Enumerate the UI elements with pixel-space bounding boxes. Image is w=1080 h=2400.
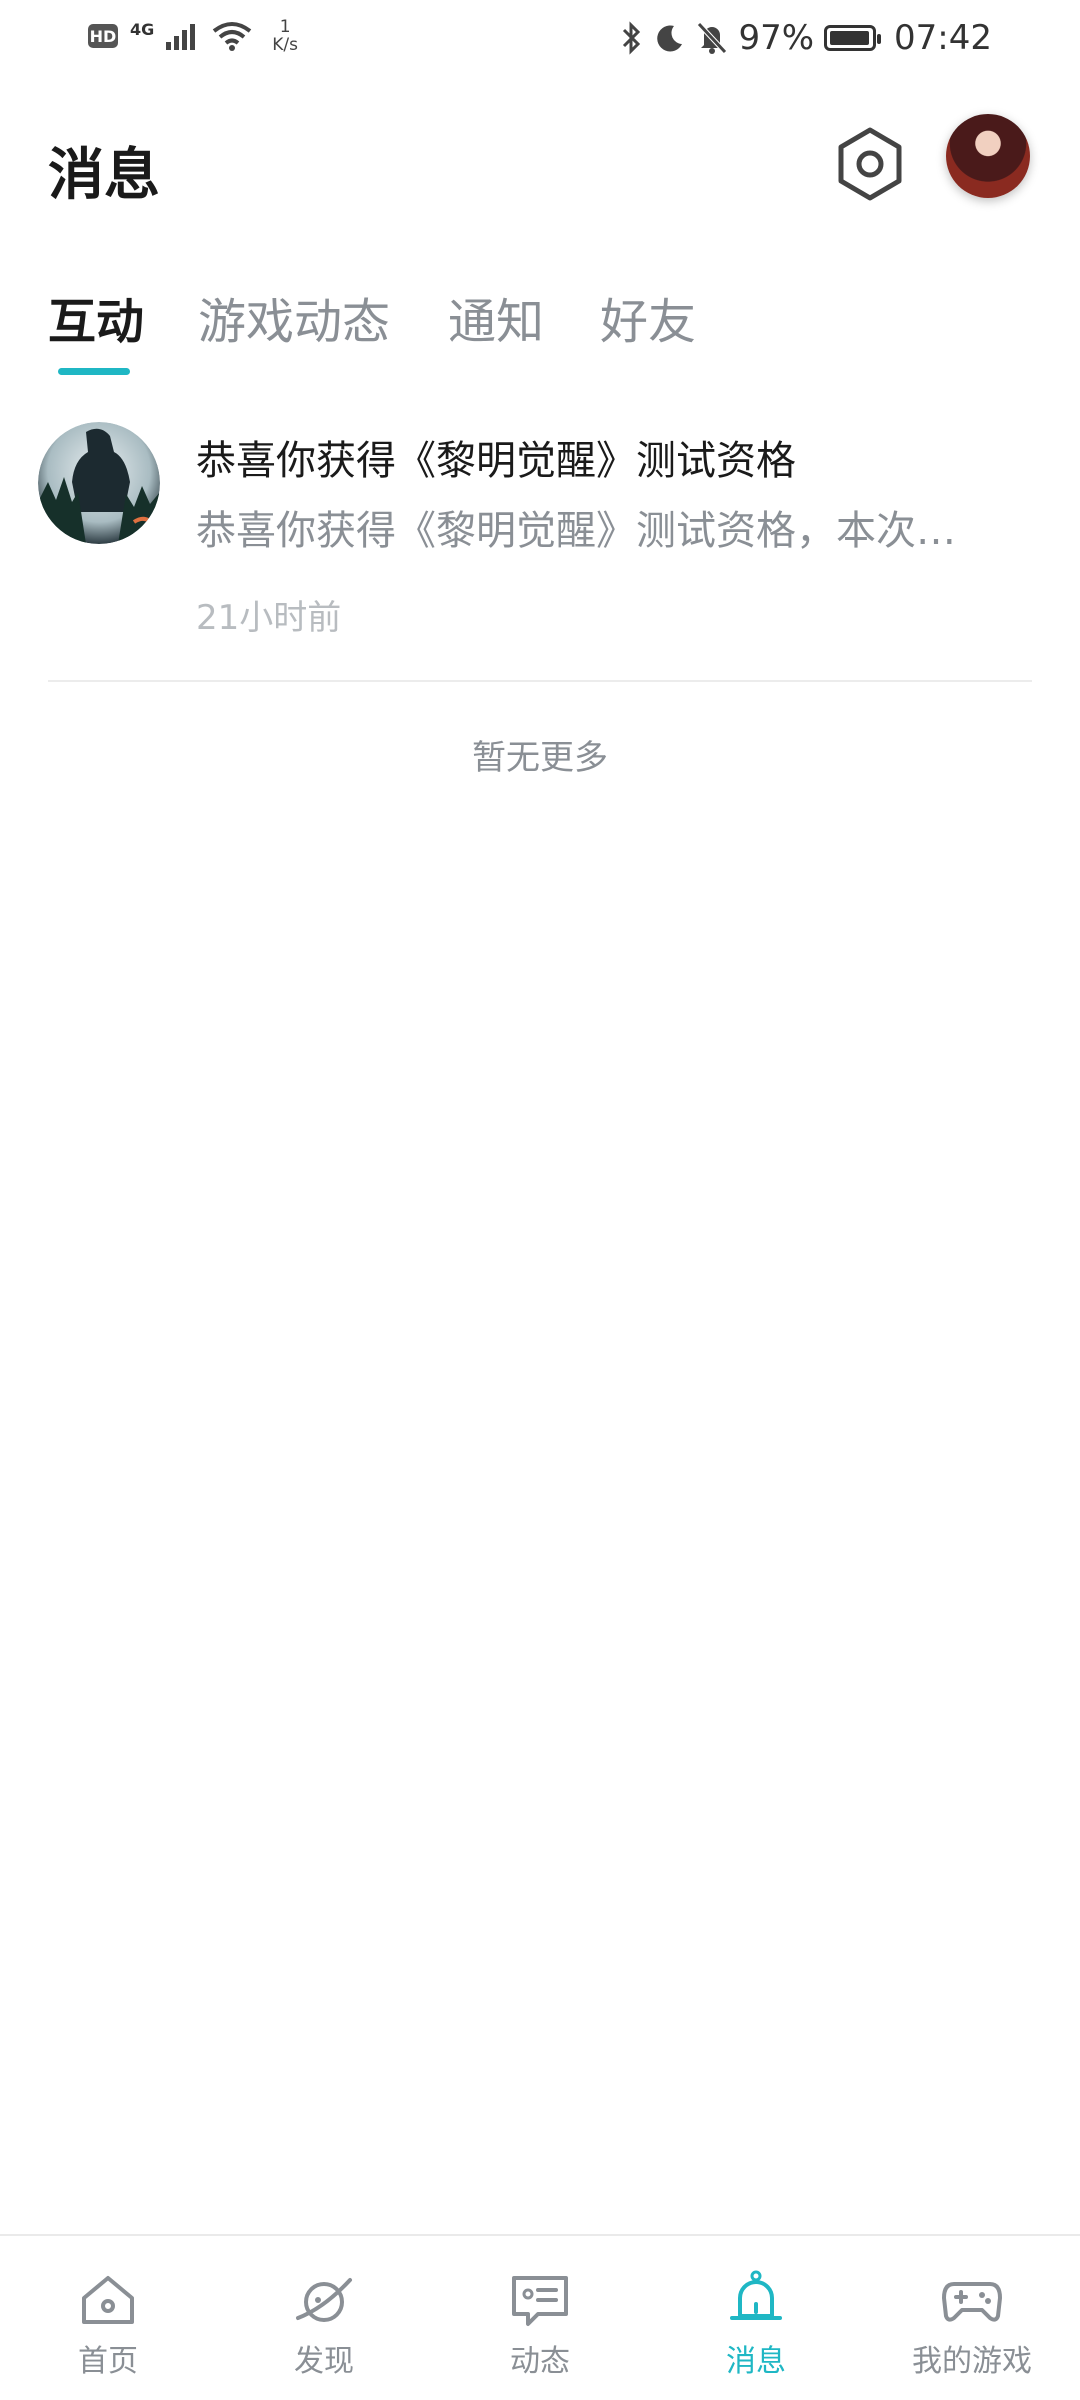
- nav-messages[interactable]: 消息: [666, 2268, 846, 2380]
- nav-discover[interactable]: 发现: [234, 2268, 414, 2380]
- tab-bar: 互动 游戏动态 通知 好友: [0, 270, 1080, 380]
- moon-icon: [657, 25, 683, 52]
- nav-my-games[interactable]: 我的游戏: [882, 2268, 1062, 2380]
- wifi-icon: [213, 22, 252, 51]
- hd-badge: HD: [88, 24, 118, 48]
- page-title: 消息: [48, 143, 160, 208]
- nav-home[interactable]: 首页: [18, 2268, 198, 2380]
- gamepad-icon: [942, 2282, 1002, 2322]
- speed-value: 1: [279, 17, 291, 37]
- battery-icon: [824, 25, 882, 51]
- active-tab-indicator: [58, 368, 130, 375]
- nav-feed[interactable]: 动态: [450, 2268, 630, 2380]
- bell-icon: [730, 2270, 782, 2320]
- message-avatar: [38, 422, 160, 544]
- speed-unit: K/s: [272, 35, 298, 55]
- battery-level: [830, 31, 869, 45]
- user-avatar[interactable]: [946, 114, 1030, 198]
- network-type: 4G: [130, 19, 155, 39]
- status-right: 97% 07:42: [620, 18, 992, 58]
- signal-icon: [166, 24, 196, 50]
- nav-label: 我的游戏: [912, 2344, 1032, 2379]
- tab-friends[interactable]: 好友: [600, 282, 696, 352]
- tab-game-updates[interactable]: 游戏动态: [198, 282, 390, 352]
- header: 消息: [0, 110, 1080, 220]
- message-time: 21小时前: [196, 598, 342, 638]
- settings-button[interactable]: [830, 124, 910, 204]
- game-avatar-image: [38, 422, 160, 544]
- planet-icon: [296, 2278, 352, 2322]
- divider: [48, 680, 1032, 682]
- nav-label: 首页: [78, 2344, 138, 2379]
- bluetooth-icon: [623, 21, 641, 55]
- nav-label: 动态: [510, 2344, 570, 2379]
- message-title: 恭喜你获得《黎明觉醒》测试资格: [196, 438, 796, 484]
- messages-page: HD 4G 1 K/s 97% 07:42 消息 互动 游戏动态 通知 好友 恭…: [0, 0, 1080, 2400]
- tab-interaction[interactable]: 互动: [48, 282, 144, 352]
- network-speed: 1 K/s: [272, 18, 298, 54]
- status-bar: HD 4G 1 K/s 97% 07:42: [0, 0, 1080, 80]
- chat-icon: [512, 2276, 568, 2326]
- mute-bell-icon: [697, 22, 728, 54]
- nav-label: 发现: [294, 2344, 354, 2379]
- clock: 07:42: [894, 18, 992, 58]
- status-left: HD 4G 1 K/s: [88, 18, 298, 54]
- gear-icon: [838, 127, 902, 201]
- bottom-nav: 首页 发现 动态 消息 我的游戏: [0, 2234, 1080, 2400]
- battery-percent: 97%: [738, 18, 815, 58]
- list-item[interactable]: 恭喜你获得《黎明觉醒》测试资格 恭喜你获得《黎明觉醒》测试资格，本次… 21小时…: [0, 410, 1080, 680]
- nav-label: 消息: [726, 2344, 786, 2379]
- tab-notifications[interactable]: 通知: [448, 282, 544, 352]
- list-end-label: 暂无更多: [472, 738, 608, 778]
- message-preview: 恭喜你获得《黎明觉醒》测试资格，本次…: [196, 508, 956, 554]
- home-icon: [82, 2276, 134, 2324]
